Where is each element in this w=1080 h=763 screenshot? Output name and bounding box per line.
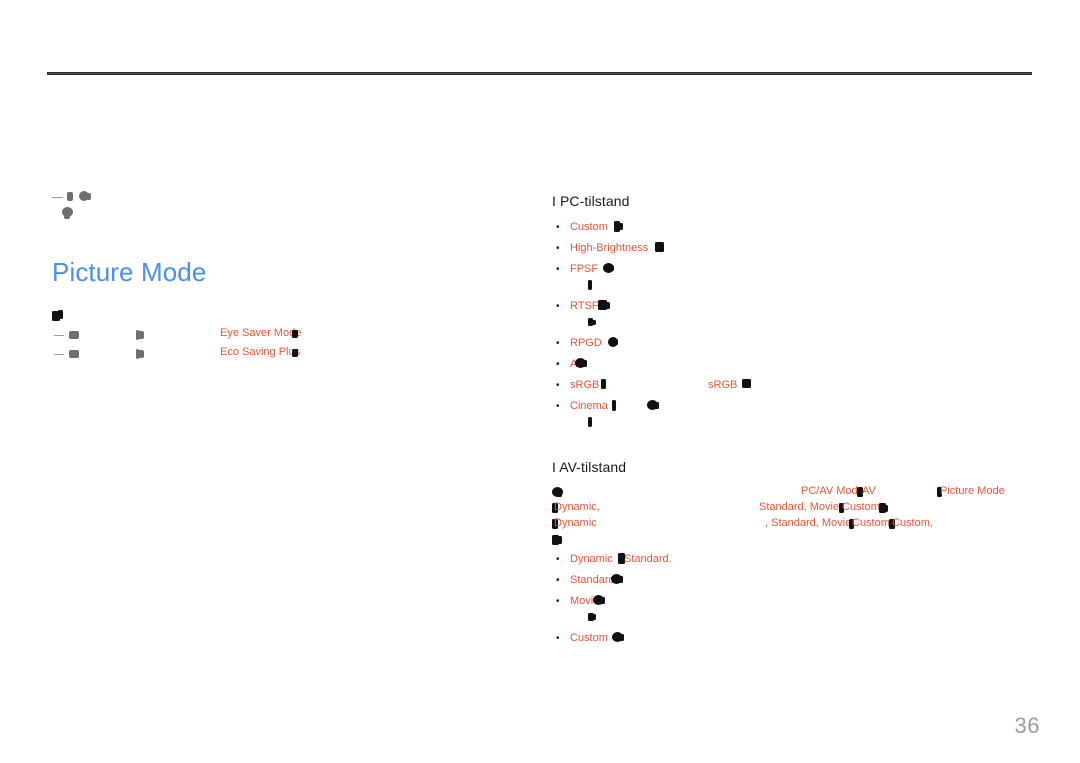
- inline-term-picture-mode: Picture Mode: [940, 484, 1005, 497]
- left-column-breadcrumb: [52, 190, 492, 230]
- redaction-mark: [614, 338, 618, 345]
- bullet-term-rpgd: RPGD: [570, 336, 602, 349]
- av-mode-section: I AV-tilstand PC/AV Mode AV Picture Mode…: [552, 459, 1052, 647]
- bullet-term-rtsf: RTSF: [570, 299, 599, 312]
- inline-term-dynamic: Dynamic,: [554, 500, 600, 513]
- list-item: Movie: [552, 593, 1052, 626]
- bullet-term-high-brightness: High-Brightness: [570, 241, 649, 254]
- continuation-line: [570, 315, 1052, 331]
- redacted-lead-line: [52, 308, 502, 327]
- redaction-mark: [138, 350, 144, 358]
- redaction-mark: [588, 279, 592, 290]
- redaction-mark: [660, 242, 664, 251]
- inline-term-pc-av-mode: PC/AV Mode: [801, 484, 864, 497]
- document-page: Picture Mode Eye Saver Mode Eco Saving P…: [0, 0, 1080, 763]
- continuation-line: [570, 610, 1052, 626]
- redaction-mark: [588, 416, 592, 427]
- page-number: 36: [1014, 713, 1040, 738]
- list-item: High-Brightness: [552, 240, 1052, 257]
- inline-term-custom-3: Custom,: [892, 516, 933, 529]
- redaction-mark: [54, 354, 64, 355]
- list-item: RTSF: [552, 298, 1052, 331]
- redaction-mark: [292, 330, 298, 338]
- redaction-mark: [582, 359, 587, 367]
- list-item: Dynamic Standard.: [552, 551, 1052, 568]
- list-item: Custom: [552, 630, 1052, 647]
- redaction-mark: [69, 350, 79, 358]
- inline-term-standard-movie: Standard, Movie: [759, 500, 840, 513]
- option-row: Eye Saver Mode: [52, 327, 502, 346]
- bullet-term-standard-inline: Standard.: [624, 552, 672, 565]
- redaction-mark: [69, 331, 79, 339]
- option-row: Eco Saving Plus: [52, 346, 502, 365]
- list-item: FPSF: [552, 261, 1052, 294]
- page-title: Picture Mode: [52, 257, 207, 287]
- bullet-term-dynamic: Dynamic: [570, 552, 613, 565]
- section-heading-av-mode: I AV-tilstand: [552, 458, 627, 475]
- redaction-mark: [601, 378, 606, 389]
- right-column: I PC-tilstand Custom High-Brightness FPS…: [552, 193, 1052, 651]
- inline-term-custom: Custom: [842, 500, 880, 513]
- redaction-mark: [556, 535, 562, 544]
- inline-term-av: AV: [862, 484, 876, 497]
- list-item: AO: [552, 356, 1052, 373]
- bullet-term-fpsf: FPSF: [570, 262, 599, 275]
- redaction-mark: [54, 335, 64, 336]
- redaction-mark: [86, 193, 91, 200]
- inline-term-dynamic-2: Dynamic: [554, 516, 597, 529]
- bullet-term-custom: Custom: [570, 631, 608, 644]
- inline-term-standard-movie-2: , Standard, Movie: [765, 516, 852, 529]
- breadcrumb-redacted-text: [52, 190, 492, 230]
- bullet-term-cinema: Cinema: [570, 399, 608, 412]
- option-term-eco-saving-plus: Eco Saving Plus: [220, 346, 301, 358]
- redaction-mark: [292, 349, 298, 357]
- list-item: RPGD: [552, 335, 1052, 352]
- left-column-body: Eye Saver Mode Eco Saving Plus: [52, 308, 502, 365]
- redaction-mark: [592, 613, 596, 620]
- av-paragraph-line: Dynamic , Standard, Movie Custom Custom,: [552, 517, 1052, 533]
- bullet-term-standard: Standard: [570, 573, 615, 586]
- redaction-mark: [138, 331, 144, 339]
- list-item: Cinema: [552, 398, 1052, 431]
- continuation-line: [570, 415, 1052, 431]
- pc-mode-bullet-list: Custom High-Brightness FPSF RTSF: [552, 219, 1052, 431]
- redaction-mark: [654, 401, 659, 409]
- redaction-mark: [600, 596, 605, 604]
- redaction-mark: [64, 214, 70, 219]
- continuation-line: [570, 278, 1052, 294]
- av-mode-bullet-list: Dynamic Standard. Standard Movie: [552, 551, 1052, 647]
- list-item: Custom: [552, 219, 1052, 236]
- header-divider: [47, 72, 1032, 75]
- redaction-mark: [612, 399, 616, 411]
- list-item: sRGB sRGB: [552, 377, 1052, 394]
- bullet-term-custom: Custom: [570, 220, 608, 233]
- av-paragraph-line: Dynamic, Standard, Movie Custom: [552, 501, 1052, 517]
- redaction-mark: [58, 310, 63, 319]
- redaction-mark: [618, 575, 623, 583]
- redaction-mark: [619, 633, 624, 641]
- av-paragraph-line: [552, 533, 1052, 551]
- list-item: Standard: [552, 572, 1052, 589]
- bullet-term-srgb: sRGB: [570, 378, 600, 391]
- av-paragraph-line: PC/AV Mode AV Picture Mode: [552, 485, 1052, 501]
- bullet-term-srgb-secondary: sRGB: [708, 378, 738, 391]
- option-term-eye-saver-mode: Eye Saver Mode: [220, 327, 302, 339]
- inline-term-custom-2: Custom: [852, 516, 890, 529]
- redaction-mark: [67, 192, 73, 201]
- redaction-mark: [557, 488, 562, 497]
- redaction-mark: [884, 504, 888, 512]
- redaction-mark: [605, 301, 610, 309]
- section-heading-pc-mode: I PC-tilstand: [552, 193, 630, 209]
- redaction-mark: [742, 378, 751, 388]
- redaction-mark: [609, 265, 614, 271]
- redaction-mark: [592, 319, 596, 325]
- redaction-mark: [52, 197, 63, 198]
- redaction-mark: [618, 222, 623, 230]
